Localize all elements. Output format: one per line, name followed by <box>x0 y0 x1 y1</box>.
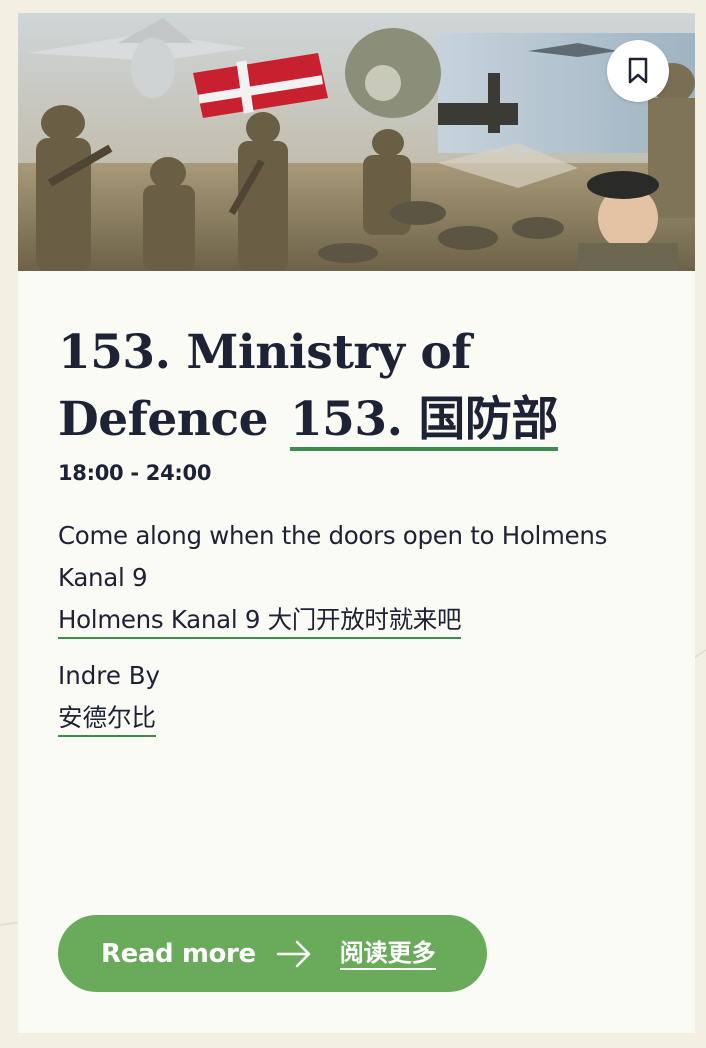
read-more-zh: 阅读更多 <box>339 938 436 970</box>
arrow-right-icon <box>276 939 312 969</box>
hero-image <box>18 13 695 271</box>
read-more-button[interactable]: Read more 阅读更多 <box>58 915 487 992</box>
event-title: 153. Ministry of Defence 153. 国防部 <box>58 319 618 453</box>
event-description: Come along when the doors open to Holmen… <box>58 515 655 641</box>
event-card: 153. Ministry of Defence 153. 国防部 18:00 -… <box>18 13 695 1033</box>
military-collage-image <box>18 13 695 271</box>
bookmark-icon <box>628 57 648 84</box>
area-zh: 安德尔比 <box>58 701 156 737</box>
event-time: 18:00 - 24:00 <box>58 461 212 485</box>
description-zh: Holmens Kanal 9 大门开放时就来吧 <box>58 603 462 639</box>
read-more-label: Read more <box>101 938 256 969</box>
card-body: 153. Ministry of Defence 153. 国防部 18:00 -… <box>18 271 695 739</box>
bookmark-button[interactable] <box>607 40 669 102</box>
area-en: Indre By <box>58 661 161 690</box>
description-en: Come along when the doors open to Holmen… <box>58 521 608 592</box>
event-title-zh: 153. 国防部 <box>289 392 558 451</box>
event-area: Indre By 安德尔比 <box>58 655 655 739</box>
